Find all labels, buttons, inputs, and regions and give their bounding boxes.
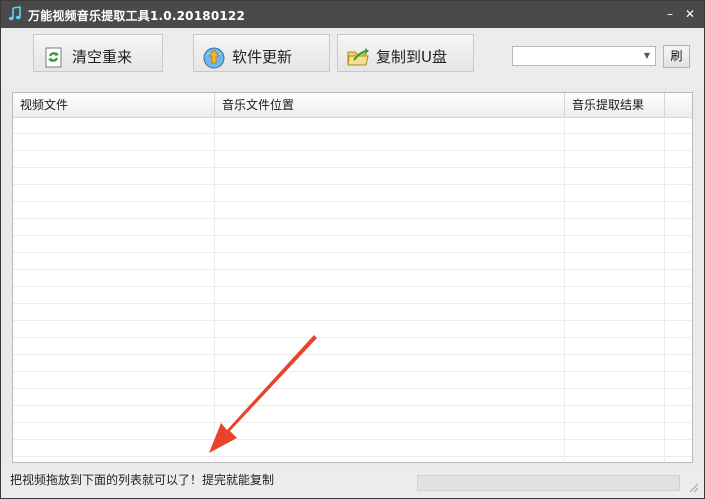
table-row: [13, 321, 692, 338]
window-title: 万能视频音乐提取工具1.0.20180122: [28, 9, 246, 23]
globe-upload-icon: [203, 47, 225, 69]
table-header: 视频文件 音乐文件位置 音乐提取结果: [13, 93, 692, 118]
table-row: [13, 372, 692, 389]
file-list-table[interactable]: 视频文件 音乐文件位置 音乐提取结果: [12, 92, 693, 463]
table-row: [13, 202, 692, 219]
table-row: [13, 287, 692, 304]
status-bar: 把视频拖放到下面的列表就可以了！提完就能复制: [1, 467, 704, 498]
music-note-icon: [8, 6, 21, 21]
column-header-extract-result[interactable]: 音乐提取结果: [565, 93, 665, 117]
refresh-button[interactable]: 刷: [663, 45, 690, 68]
table-row: [13, 338, 692, 355]
update-button-label: 软件更新: [232, 48, 293, 66]
progress-bar: [417, 475, 680, 491]
table-row: [13, 185, 692, 202]
table-row: [13, 440, 692, 457]
table-row: [13, 253, 692, 270]
chevron-down-icon[interactable]: ▼: [639, 47, 655, 65]
column-header-video-file[interactable]: 视频文件: [13, 93, 215, 117]
minimize-button[interactable]: –: [663, 7, 677, 21]
table-row: [13, 236, 692, 253]
drive-select[interactable]: ▼: [512, 46, 656, 66]
table-row: [13, 423, 692, 440]
table-row: [13, 168, 692, 185]
table-row: [13, 117, 692, 134]
app-window: 万能视频音乐提取工具1.0.20180122 – ✕ 清空重来 软件更新 复制到…: [0, 0, 705, 499]
close-button[interactable]: ✕: [683, 7, 697, 21]
title-bar[interactable]: 万能视频音乐提取工具1.0.20180122 – ✕: [1, 1, 704, 28]
column-header-spare: [665, 93, 692, 117]
table-row: [13, 270, 692, 287]
table-row: [13, 406, 692, 423]
table-row: [13, 389, 692, 406]
clear-button-label: 清空重来: [72, 48, 133, 66]
copy-to-usb-button[interactable]: 复制到U盘: [337, 34, 474, 72]
resize-grip-icon[interactable]: [687, 481, 699, 493]
table-row: [13, 134, 692, 151]
clear-button[interactable]: 清空重来: [33, 34, 163, 72]
table-row: [13, 304, 692, 321]
update-button[interactable]: 软件更新: [193, 34, 330, 72]
table-row: [13, 151, 692, 168]
table-row: [13, 355, 692, 372]
recycle-icon: [45, 47, 62, 68]
column-header-music-location[interactable]: 音乐文件位置: [215, 93, 565, 117]
status-message: 把视频拖放到下面的列表就可以了！提完就能复制: [10, 473, 275, 487]
table-row: [13, 219, 692, 236]
folder-arrow-icon: [347, 48, 369, 66]
copy-button-label: 复制到U盘: [376, 48, 447, 66]
